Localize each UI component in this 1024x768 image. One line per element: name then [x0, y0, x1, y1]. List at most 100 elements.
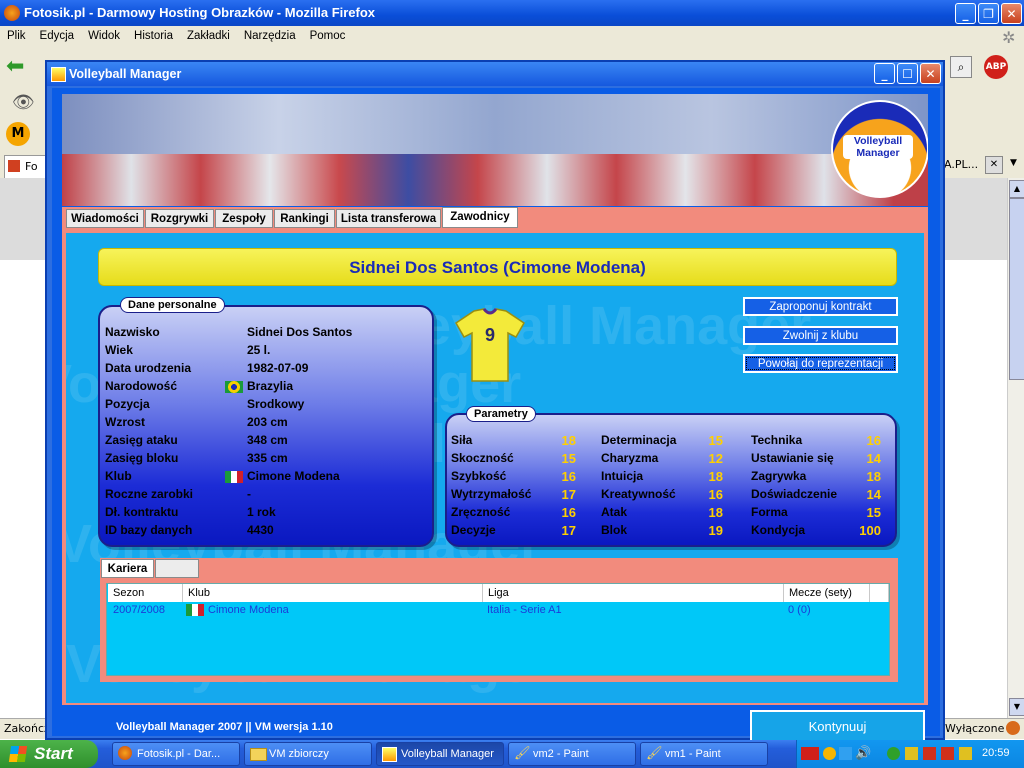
column-header-klub[interactable]: Klub [183, 584, 483, 602]
parameter-value: 14 [866, 451, 881, 466]
volleyball-logo: Volleyball Manager [831, 100, 928, 198]
page-scrollbar[interactable]: ▲ ▼ [1007, 178, 1024, 718]
task-firefox-icon [118, 746, 132, 760]
tab-list-icon[interactable]: ▼ [1010, 158, 1017, 168]
parameter-label: Decyzje [451, 523, 496, 537]
tab-rankingi[interactable]: Rankingi [274, 209, 335, 228]
menu-widok[interactable]: Widok [81, 26, 127, 42]
scroll-down-icon[interactable]: ▼ [1009, 698, 1024, 716]
back-arrow-icon[interactable]: ⬅ [6, 54, 24, 79]
ati-icon[interactable] [801, 747, 819, 760]
menu-pomoc[interactable]: Pomoc [303, 26, 353, 42]
menu-zakladki[interactable]: Zakładki [180, 26, 237, 42]
tab-empty[interactable] [155, 559, 199, 578]
menu-edycja[interactable]: Edycja [33, 26, 82, 42]
tray-icon[interactable] [959, 747, 972, 760]
close-tab-icon[interactable]: ✕ [985, 156, 1003, 174]
column-header-mecze[interactable]: Mecze (sety) [784, 584, 870, 602]
personal-field-label: Nazwisko [105, 325, 160, 339]
addon-icon[interactable] [1006, 721, 1020, 735]
personal-field-text: Cimone Modena [247, 469, 340, 483]
release-player-button[interactable]: Zwolnij z klubu [743, 326, 898, 345]
clock: 20:59 [982, 747, 1010, 759]
brazil-flag-icon [225, 380, 243, 393]
folder-icon [250, 748, 267, 761]
career-matches: 0 (0) [788, 604, 811, 616]
career-league: Italia - Serie A1 [487, 604, 562, 616]
tray-icon[interactable] [941, 747, 954, 760]
m-icon[interactable]: M [6, 122, 30, 146]
parameter-value: 15 [561, 451, 576, 466]
parameter-value: 15 [866, 505, 881, 520]
personal-field-value: 25 l. [247, 343, 271, 357]
tray-icon[interactable] [839, 747, 852, 760]
parameter-value: 15 [708, 433, 723, 448]
firefox-tab[interactable]: Fo [4, 155, 46, 178]
firefox-right-tab[interactable]: A.PL... [944, 158, 978, 171]
restore-icon[interactable]: ❐ [978, 3, 999, 24]
tray-icon[interactable] [823, 747, 836, 760]
personal-field-value: 348 cm [247, 433, 288, 447]
minimize-icon[interactable]: _ [955, 3, 976, 24]
logo-label: Volleyball Manager [843, 135, 913, 159]
personal-field-label: Roczne zarobki [105, 487, 194, 501]
eye-icon[interactable]: 👁 [12, 92, 35, 113]
parameter-label: Wytrzymałość [451, 487, 532, 501]
tab-rozgrywki[interactable]: Rozgrywki [145, 209, 214, 228]
vm-close-icon[interactable]: ✕ [920, 63, 941, 84]
scroll-thumb[interactable] [1009, 198, 1024, 380]
paint-icon: 🖌 [514, 746, 531, 761]
personal-field-value: - [247, 487, 251, 501]
start-label: Start [34, 744, 73, 763]
parameters-label: Parametry [466, 406, 536, 422]
start-button[interactable]: Start [0, 740, 98, 768]
parameter-value: 19 [708, 523, 723, 538]
parameter-value: 18 [561, 433, 576, 448]
parameter-label: Atak [601, 505, 628, 519]
paint-icon: 🖌 [646, 746, 663, 761]
vm-minimize-icon[interactable]: _ [874, 63, 895, 84]
throbber-icon: ✲ [1002, 30, 1016, 47]
menu-historia[interactable]: Historia [127, 26, 180, 42]
continue-button[interactable]: Kontynuuj [750, 710, 925, 744]
menu-narzedzia[interactable]: Narzędzia [237, 26, 303, 42]
parameter-value: 14 [866, 487, 881, 502]
personal-field-value: 335 cm [247, 451, 288, 465]
tray-icon[interactable] [905, 747, 918, 760]
tab-favicon-icon [8, 160, 20, 172]
firefox-window-title: Fotosik.pl - Darmowy Hosting Obrazków - … [24, 5, 376, 20]
call-up-national-button[interactable]: Powołaj do reprezentacji [743, 354, 898, 373]
firefox-tab-label: Fo [25, 160, 38, 173]
vm-app-icon [51, 67, 66, 82]
offer-contract-button[interactable]: Zaproponuj kontrakt [743, 297, 898, 316]
player-shirt-icon: 9 [450, 305, 530, 385]
tab-zespoly[interactable]: Zespoły [215, 209, 273, 228]
menu-plik[interactable]: Plik [0, 26, 33, 42]
column-header-liga[interactable]: Liga [483, 584, 784, 602]
parameter-label: Kondycja [751, 523, 806, 537]
parameter-label: Determinacja [601, 433, 677, 447]
personal-field-label: Wiek [105, 343, 133, 357]
tray-icon[interactable] [923, 747, 936, 760]
parameter-label: Technika [751, 433, 803, 447]
close-icon[interactable]: ✕ [1001, 3, 1022, 24]
banner-sky [62, 94, 928, 154]
parameter-label: Siła [451, 433, 473, 447]
tray-icon[interactable] [887, 747, 900, 760]
banner-crowd [62, 154, 928, 206]
version-footer: Volleyball Manager 2007 || VM wersja 1.1… [116, 721, 333, 733]
adblock-icon[interactable]: ABP [984, 55, 1008, 79]
parameter-label: Zagrywka [751, 469, 807, 483]
vm-maximize-icon[interactable]: ☐ [897, 63, 918, 84]
tab-kariera[interactable]: Kariera [101, 559, 154, 578]
tab-zawodnicy[interactable]: Zawodnicy [442, 207, 518, 228]
tab-wiadomosci[interactable]: Wiadomości [66, 209, 144, 228]
search-icon[interactable]: ⌕ [950, 56, 972, 78]
column-header-sezon[interactable]: Sezon [108, 584, 183, 602]
parameter-label: Skoczność [451, 451, 514, 465]
scroll-up-icon[interactable]: ▲ [1009, 180, 1024, 198]
parameter-label: Intuicja [601, 469, 644, 483]
tab-lista-transferowa[interactable]: Lista transferowa [336, 209, 441, 228]
firefox-icon [4, 5, 20, 21]
volume-icon[interactable]: 🔊 [855, 746, 871, 761]
